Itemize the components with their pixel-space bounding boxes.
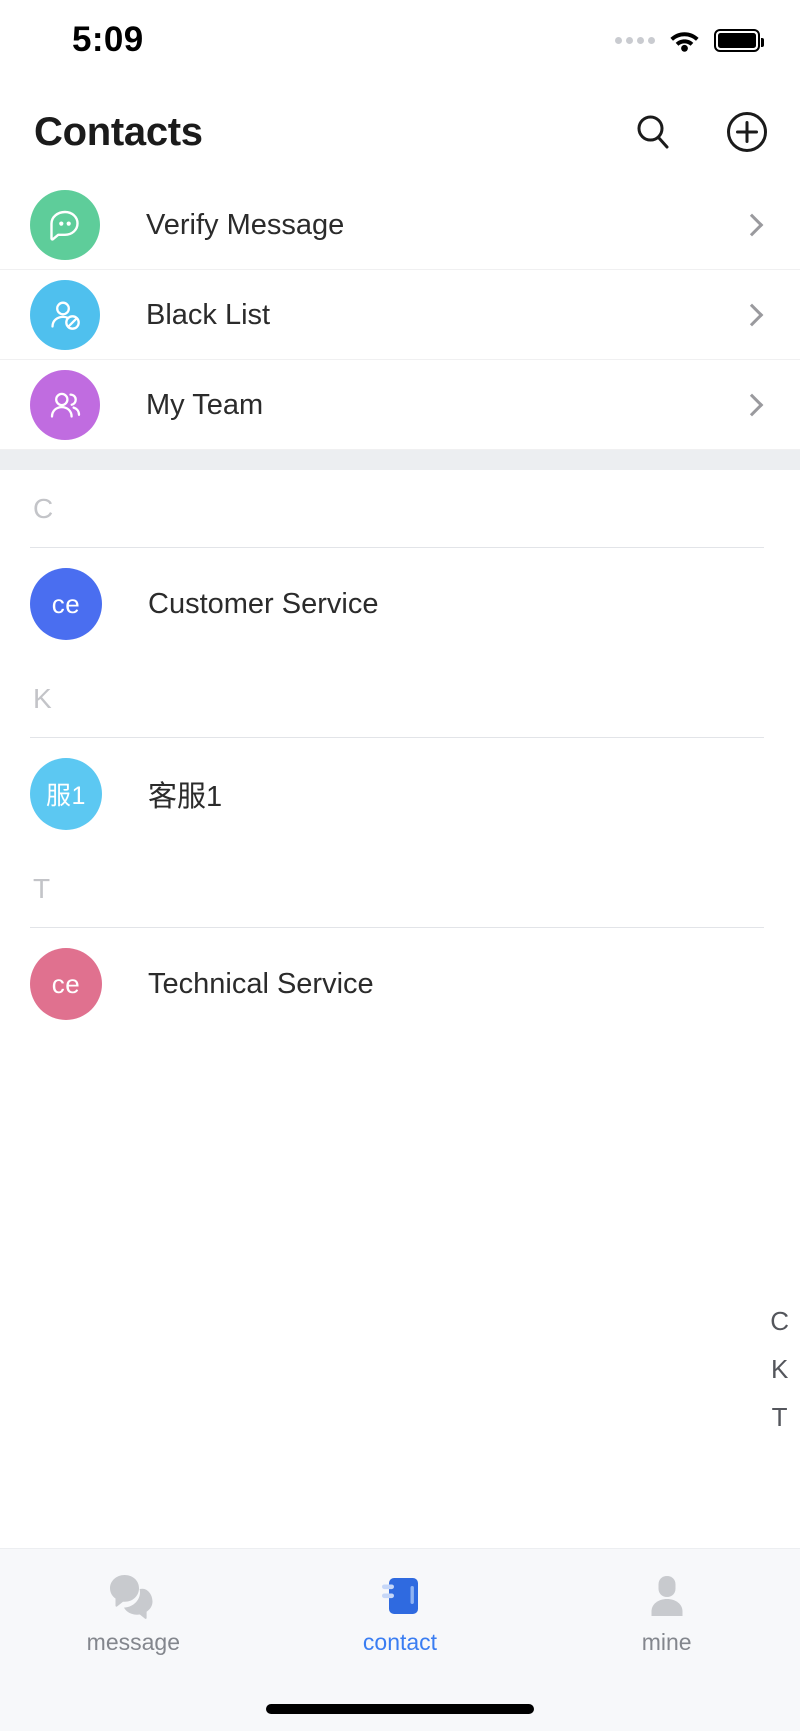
signal-dots-icon: [615, 36, 655, 44]
my-team-icon: [30, 370, 100, 440]
avatar: ce: [30, 948, 102, 1020]
entry-label: My Team: [146, 388, 264, 421]
chevron-right-icon: [740, 393, 764, 417]
avatar: 服1: [30, 758, 102, 830]
status-indicators: [615, 28, 764, 52]
contact-row[interactable]: ce Technical Service: [0, 928, 800, 1040]
section-letter: T: [33, 873, 51, 904]
entry-verify-message[interactable]: Verify Message: [0, 180, 800, 270]
index-letter-c[interactable]: C: [770, 1308, 789, 1334]
contact-name: Technical Service: [148, 967, 374, 1000]
chevron-right-icon: [740, 303, 764, 327]
add-circle-icon[interactable]: [724, 109, 770, 155]
tab-mine[interactable]: mine: [533, 1549, 800, 1687]
list-empty-area: [0, 1040, 800, 1548]
section-letter: C: [33, 493, 54, 524]
section-header-t: T: [0, 850, 800, 928]
contact-row[interactable]: 服1 客服1: [0, 738, 800, 850]
tab-label: message: [86, 1629, 180, 1655]
black-list-icon: [30, 280, 100, 350]
status-time: 5:09: [72, 20, 144, 59]
contact-row[interactable]: ce Customer Service: [0, 548, 800, 660]
home-indicator-bar: [0, 1686, 800, 1731]
contacts-list: C ce Customer Service K 服1 客服1 T ce Tech…: [0, 470, 800, 1430]
index-letter-k[interactable]: K: [771, 1356, 788, 1382]
entry-label: Verify Message: [146, 208, 345, 241]
header-actions: [630, 109, 770, 155]
contacts-screen: 5:09 Contacts Verify Message Black List …: [0, 0, 800, 1731]
wifi-icon: [669, 28, 700, 52]
contact-name: 客服1: [148, 781, 223, 813]
avatar: ce: [30, 568, 102, 640]
alphabet-index[interactable]: C K T: [770, 1308, 789, 1430]
section-header-c: C: [0, 470, 800, 548]
battery-full-icon: [714, 28, 764, 52]
verify-message-icon: [30, 190, 100, 260]
message-bubbles-icon: [107, 1571, 159, 1621]
index-letter-t[interactable]: T: [772, 1404, 788, 1430]
contact-book-icon: [376, 1571, 424, 1621]
contact-name: Customer Service: [148, 587, 379, 620]
page-header: Contacts: [0, 84, 800, 180]
status-bar: 5:09: [0, 0, 800, 84]
quick-entry-group: Verify Message Black List My Team: [0, 180, 800, 450]
tab-label: mine: [641, 1629, 692, 1655]
section-letter: K: [33, 683, 52, 714]
bottom-tab-bar: message contact mine: [0, 1548, 800, 1686]
home-indicator: [266, 1703, 534, 1714]
tab-contact[interactable]: contact: [267, 1549, 534, 1687]
tab-message[interactable]: message: [0, 1549, 267, 1687]
section-divider: [0, 450, 800, 470]
tab-label: contact: [362, 1629, 438, 1655]
person-icon: [644, 1571, 690, 1621]
entry-black-list[interactable]: Black List: [0, 270, 800, 360]
chevron-right-icon: [740, 213, 764, 237]
search-icon[interactable]: [630, 109, 676, 155]
entry-my-team[interactable]: My Team: [0, 360, 800, 450]
entry-label: Black List: [146, 298, 271, 331]
page-title: Contacts: [34, 109, 203, 154]
section-header-k: K: [0, 660, 800, 738]
